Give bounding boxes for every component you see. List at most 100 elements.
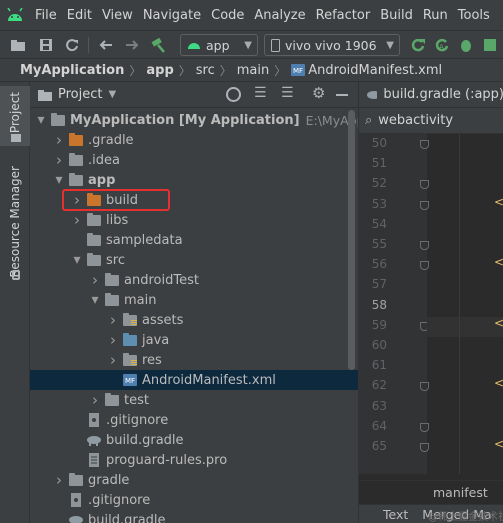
save-all-icon[interactable] xyxy=(36,35,56,55)
search-icon: ⌕ xyxy=(365,113,373,128)
editor-tab[interactable]: build.gradle (:app) xyxy=(359,82,503,108)
android-icon xyxy=(188,43,200,49)
menu-navigate[interactable]: Navigate xyxy=(138,8,206,23)
fold-marker-icon[interactable] xyxy=(420,200,429,210)
tree-item[interactable]: ▾ src xyxy=(30,250,358,270)
sync-icon[interactable] xyxy=(62,35,82,55)
menu-view[interactable]: View xyxy=(97,8,138,23)
expand-arrow-right-icon[interactable]: › xyxy=(70,211,84,229)
expand-arrow-right-icon[interactable]: › xyxy=(52,151,66,169)
tree-item[interactable]: › libs xyxy=(30,210,358,230)
line-number: 64 xyxy=(371,418,387,433)
tree-item[interactable]: sampledata xyxy=(30,230,358,250)
tree-item[interactable]: › gradle xyxy=(30,470,358,490)
breadcrumb-module[interactable]: app xyxy=(146,63,173,78)
menu-refactor[interactable]: Refactor xyxy=(311,8,376,23)
tree-item[interactable]: MF AndroidManifest.xml xyxy=(30,370,358,390)
breadcrumb-file[interactable]: AndroidManifest.xml xyxy=(308,63,442,78)
chevron-right-icon: 〉 xyxy=(129,63,142,78)
run-config-select[interactable]: app ▼ xyxy=(180,34,258,56)
expand-arrow-right-icon[interactable]: › xyxy=(106,351,120,369)
expand-arrow-right-icon[interactable]: › xyxy=(52,471,66,489)
chevron-down-icon[interactable]: ▼ xyxy=(108,89,116,100)
device-value: vivo vivo 1906 xyxy=(285,37,377,53)
device-select[interactable]: vivo vivo 1906 ▼ xyxy=(264,34,400,56)
menu-bar: File Edit View Navigate Code Analyze Ref… xyxy=(0,0,503,30)
project-view-select[interactable]: Project xyxy=(58,87,102,102)
project-panel-header: Project ▼ ☰ ☰ ⚙ xyxy=(30,82,358,108)
menu-tools[interactable]: Tools xyxy=(453,8,495,23)
menu-analyze[interactable]: Analyze xyxy=(249,8,310,23)
expand-arrow-right-icon[interactable]: › xyxy=(106,311,120,329)
fold-marker-icon[interactable] xyxy=(420,140,429,149)
menu-edit[interactable]: Edit xyxy=(62,8,97,23)
make-project-hammer-icon[interactable] xyxy=(148,35,168,55)
menu-file[interactable]: File xyxy=(30,8,62,23)
apply-code-changes-icon[interactable]: A xyxy=(432,35,452,55)
breadcrumb-main[interactable]: main xyxy=(237,63,269,78)
folder-gray-icon xyxy=(86,212,102,227)
editor-breadcrumb-manifest[interactable]: manifest xyxy=(433,485,488,500)
breadcrumb-project[interactable]: MyApplication xyxy=(20,63,124,78)
tree-item[interactable]: › .gradle xyxy=(30,130,358,150)
fold-marker-icon[interactable] xyxy=(420,241,429,250)
forward-arrow-icon[interactable] xyxy=(122,35,142,55)
menu-code[interactable]: Code xyxy=(206,8,249,23)
folder-gray-icon xyxy=(68,172,84,187)
profile-icon[interactable] xyxy=(480,35,500,55)
resource-manager-label[interactable]: Resource Manager xyxy=(8,166,22,277)
expand-arrow-down-icon[interactable]: ▾ xyxy=(52,172,66,188)
tree-item-label: libs xyxy=(106,212,129,228)
expand-arrow-right-icon[interactable]: › xyxy=(52,131,66,149)
chevron-down-icon: ▼ xyxy=(244,39,252,51)
tree-item[interactable]: ▾ app xyxy=(30,170,358,190)
search-input[interactable]: webactivity xyxy=(378,113,453,128)
editor-gutter: 50 51 52 53 54 55 56 57 58 59 60 61 62 63 64 65 xyxy=(359,134,429,474)
expand-arrow-right-icon[interactable]: › xyxy=(88,271,102,289)
debug-icon[interactable] xyxy=(456,35,476,55)
breadcrumb-src[interactable]: src xyxy=(196,63,215,78)
line-number: 57 xyxy=(371,277,387,292)
open-folder-icon[interactable] xyxy=(8,35,28,55)
tree-item[interactable]: › .idea xyxy=(30,150,358,170)
tree-item[interactable]: › androidTest xyxy=(30,270,358,290)
tree-item[interactable]: › test xyxy=(30,390,358,410)
fold-marker-icon[interactable] xyxy=(420,443,429,452)
tree-item[interactable]: .gitignore xyxy=(30,410,358,430)
fold-marker-icon[interactable] xyxy=(420,261,429,271)
fold-marker-icon[interactable] xyxy=(420,422,429,432)
collapse-all-icon[interactable]: ☰ xyxy=(281,85,294,101)
folder-gray-icon xyxy=(104,292,120,307)
fold-marker-icon[interactable] xyxy=(420,180,429,190)
menu-run[interactable]: Run xyxy=(418,8,453,23)
expand-all-icon[interactable]: ☰ xyxy=(254,85,267,101)
gear-icon[interactable]: ⚙ xyxy=(312,84,325,102)
expand-arrow-right-icon[interactable]: › xyxy=(88,391,102,409)
expand-arrow-down-icon[interactable]: ▾ xyxy=(34,112,48,128)
line-number: 61 xyxy=(371,358,387,373)
back-arrow-icon[interactable] xyxy=(96,35,116,55)
tree-item[interactable]: build.gradle xyxy=(30,510,358,523)
expand-arrow-right-icon[interactable]: › xyxy=(106,331,120,349)
tree-item[interactable]: › res xyxy=(30,350,358,370)
expand-arrow-down-icon[interactable]: ▾ xyxy=(88,292,102,308)
tree-item[interactable]: .gitignore xyxy=(30,490,358,510)
tree-item[interactable]: ▾MyApplication [My Application]E:\MyAppl… xyxy=(30,110,402,130)
tree-item[interactable]: › assets xyxy=(30,310,358,330)
tree-item[interactable]: › java xyxy=(30,330,358,350)
fold-marker-icon[interactable] xyxy=(420,382,429,392)
menu-build[interactable]: Build xyxy=(375,8,418,23)
project-scrollbar[interactable] xyxy=(348,110,355,370)
tree-item[interactable]: build.gradle xyxy=(30,430,358,450)
locate-target-icon[interactable] xyxy=(226,87,241,102)
tree-item[interactable]: proguard-rules.pro xyxy=(30,450,358,470)
apply-changes-icon[interactable] xyxy=(408,35,428,55)
project-tool-label[interactable]: Project xyxy=(8,92,22,133)
line-number: 58 xyxy=(371,297,387,312)
minimize-icon[interactable] xyxy=(336,94,348,96)
tab-text[interactable]: Text xyxy=(383,507,408,522)
line-number: 50 xyxy=(371,136,387,150)
tree-item[interactable]: ▾ main xyxy=(30,290,358,310)
expand-arrow-down-icon[interactable]: ▾ xyxy=(70,252,84,268)
code-tag-fragment: < xyxy=(494,315,503,330)
